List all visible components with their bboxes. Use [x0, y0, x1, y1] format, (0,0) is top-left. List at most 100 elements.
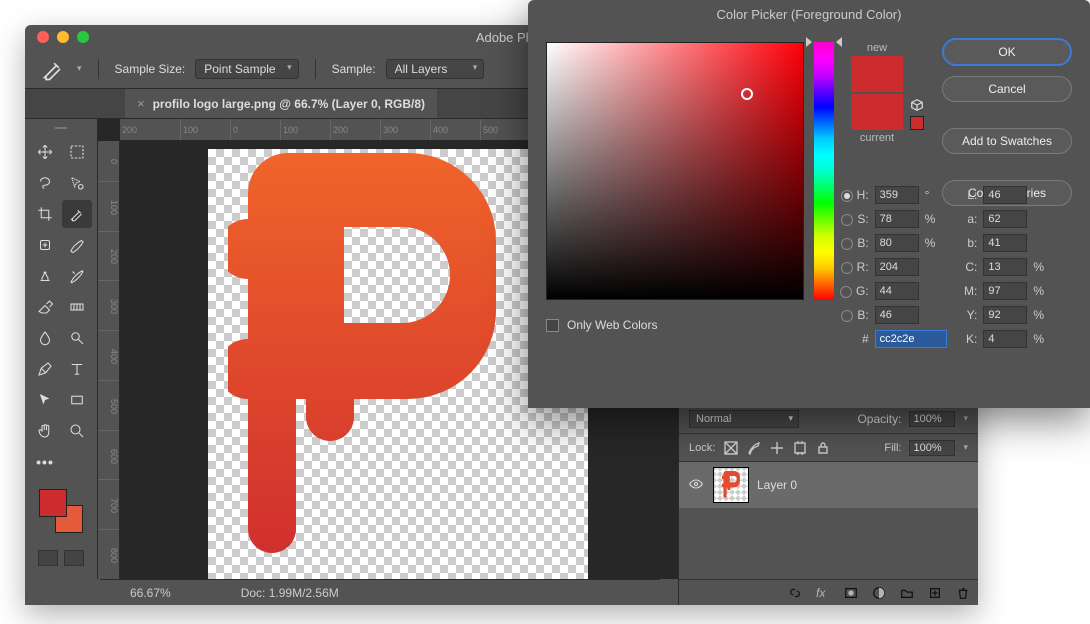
only-web-colors-checkbox[interactable] — [546, 319, 559, 332]
ruler-mark: 100 — [180, 119, 230, 140]
delete-layer-icon[interactable] — [956, 586, 970, 600]
blur-tool[interactable] — [30, 324, 60, 352]
more-tools[interactable]: ••• — [30, 448, 60, 476]
brush-tool[interactable] — [62, 231, 92, 259]
crop-tool[interactable] — [30, 200, 60, 228]
clone-stamp-tool[interactable] — [30, 262, 60, 290]
sample-select[interactable]: All Layers — [386, 59, 485, 79]
pen-tool[interactable] — [30, 355, 60, 383]
new-layer-icon[interactable] — [928, 586, 942, 600]
layer-thumbnail[interactable] — [713, 467, 749, 503]
y-input[interactable]: 92 — [983, 306, 1027, 324]
lock-row: Lock: Fill: 100% ▾ — [679, 434, 978, 462]
dodge-tool[interactable] — [62, 324, 92, 352]
chevron-down-icon[interactable]: ▾ — [77, 63, 82, 74]
sample-size-select[interactable]: Point Sample — [195, 59, 298, 79]
hex-input[interactable]: cc2c2e — [875, 330, 947, 348]
minimize-window-button[interactable] — [57, 31, 69, 43]
gamut-warning-icon[interactable] — [910, 98, 924, 112]
history-brush-tool[interactable] — [62, 262, 92, 290]
zoom-tool[interactable] — [62, 417, 92, 445]
layer-fx-icon[interactable]: fx — [816, 586, 830, 600]
ok-button[interactable]: OK — [942, 38, 1072, 66]
link-layers-icon[interactable] — [788, 586, 802, 600]
screen-mode-toggle[interactable] — [64, 550, 84, 566]
bl-radio[interactable] — [841, 310, 853, 322]
layer-group-icon[interactable] — [900, 586, 914, 600]
s-radio[interactable] — [841, 214, 853, 226]
eraser-tool[interactable] — [30, 293, 60, 321]
r-radio[interactable] — [841, 262, 853, 274]
g-input[interactable]: 44 — [875, 282, 919, 300]
b-radio[interactable] — [841, 238, 853, 250]
ruler-vertical[interactable]: 0 100 200 300 400 500 600 700 800 — [98, 141, 120, 579]
lab-cmyk-fields: L: 46 a: 62 b: 41 C: 13 % M: 97 % Y: 92 … — [964, 186, 1047, 348]
opacity-input[interactable]: 100% — [909, 411, 955, 427]
c-input[interactable]: 13 — [983, 258, 1027, 276]
hsb-rgb-fields: H: 359 ° S: 78 % B: 80 % R: 204 G: 44 B:… — [840, 186, 939, 348]
bl-input[interactable]: 46 — [875, 306, 919, 324]
fill-label: Fill: — [884, 442, 901, 454]
lasso-tool[interactable] — [30, 169, 60, 197]
adjustment-layer-icon[interactable] — [872, 586, 886, 600]
a-input[interactable]: 62 — [983, 210, 1027, 228]
new-color-swatch[interactable] — [851, 56, 903, 92]
eyedropper-tool-icon[interactable] — [39, 58, 67, 80]
only-web-colors-row: Only Web Colors — [546, 318, 657, 332]
gradient-tool[interactable] — [62, 293, 92, 321]
hand-tool[interactable] — [30, 417, 60, 445]
color-picker-dialog: Color Picker (Foreground Color) new curr… — [528, 0, 1090, 408]
quick-mask-toggle[interactable] — [38, 550, 58, 566]
g-label: G: — [856, 284, 869, 298]
c-unit: % — [1033, 260, 1047, 274]
s-input[interactable]: 78 — [875, 210, 919, 228]
quick-select-tool[interactable] — [62, 169, 92, 197]
healing-brush-tool[interactable] — [30, 231, 60, 259]
h-input[interactable]: 359 — [875, 186, 919, 204]
visibility-toggle-icon[interactable] — [687, 476, 705, 495]
chevron-down-icon[interactable]: ▾ — [963, 413, 968, 424]
sv-cursor[interactable] — [741, 88, 753, 100]
k-input[interactable]: 4 — [983, 330, 1027, 348]
layer-item[interactable]: Layer 0 — [679, 462, 978, 508]
gamut-color-swatch[interactable] — [910, 116, 924, 130]
layer-mask-icon[interactable] — [844, 586, 858, 600]
lock-artboard-icon[interactable] — [792, 440, 808, 456]
m-input[interactable]: 97 — [983, 282, 1027, 300]
doc-info[interactable]: Doc: 1.99M/2.56M — [241, 586, 339, 600]
type-tool[interactable] — [62, 355, 92, 383]
hue-slider[interactable] — [814, 42, 834, 300]
lock-pixels-icon[interactable] — [746, 440, 762, 456]
lab-b-input[interactable]: 41 — [983, 234, 1027, 252]
saturation-value-field[interactable] — [546, 42, 804, 300]
eyedropper-tool[interactable] — [62, 200, 92, 228]
l-input[interactable]: 46 — [983, 186, 1027, 204]
document-tab[interactable]: × profilo logo large.png @ 66.7% (Layer … — [125, 89, 437, 118]
lock-position-icon[interactable] — [769, 440, 785, 456]
chevron-down-icon[interactable]: ▾ — [963, 442, 968, 453]
close-window-button[interactable] — [37, 31, 49, 43]
current-color-swatch[interactable] — [851, 94, 903, 130]
foreground-color-swatch[interactable] — [39, 489, 67, 517]
ruler-mark: 0 — [98, 141, 119, 181]
marquee-tool[interactable] — [62, 138, 92, 166]
fill-input[interactable]: 100% — [909, 440, 955, 456]
h-radio[interactable] — [841, 190, 853, 202]
maximize-window-button[interactable] — [77, 31, 89, 43]
b-input[interactable]: 80 — [875, 234, 919, 252]
close-tab-icon[interactable]: × — [137, 96, 145, 111]
cancel-button[interactable]: Cancel — [942, 76, 1072, 102]
blend-mode-select[interactable]: Normal — [689, 410, 799, 428]
layer-name[interactable]: Layer 0 — [757, 478, 797, 492]
zoom-level[interactable]: 66.67% — [130, 586, 171, 600]
rectangle-tool[interactable] — [62, 386, 92, 414]
lock-all-icon[interactable] — [815, 440, 831, 456]
a-label: a: — [967, 212, 977, 226]
add-to-swatches-button[interactable]: Add to Swatches — [942, 128, 1072, 154]
tools-grip[interactable] — [46, 127, 76, 131]
g-radio[interactable] — [840, 286, 852, 298]
lock-transparency-icon[interactable] — [723, 440, 739, 456]
r-input[interactable]: 204 — [875, 258, 919, 276]
move-tool[interactable] — [30, 138, 60, 166]
path-select-tool[interactable] — [30, 386, 60, 414]
